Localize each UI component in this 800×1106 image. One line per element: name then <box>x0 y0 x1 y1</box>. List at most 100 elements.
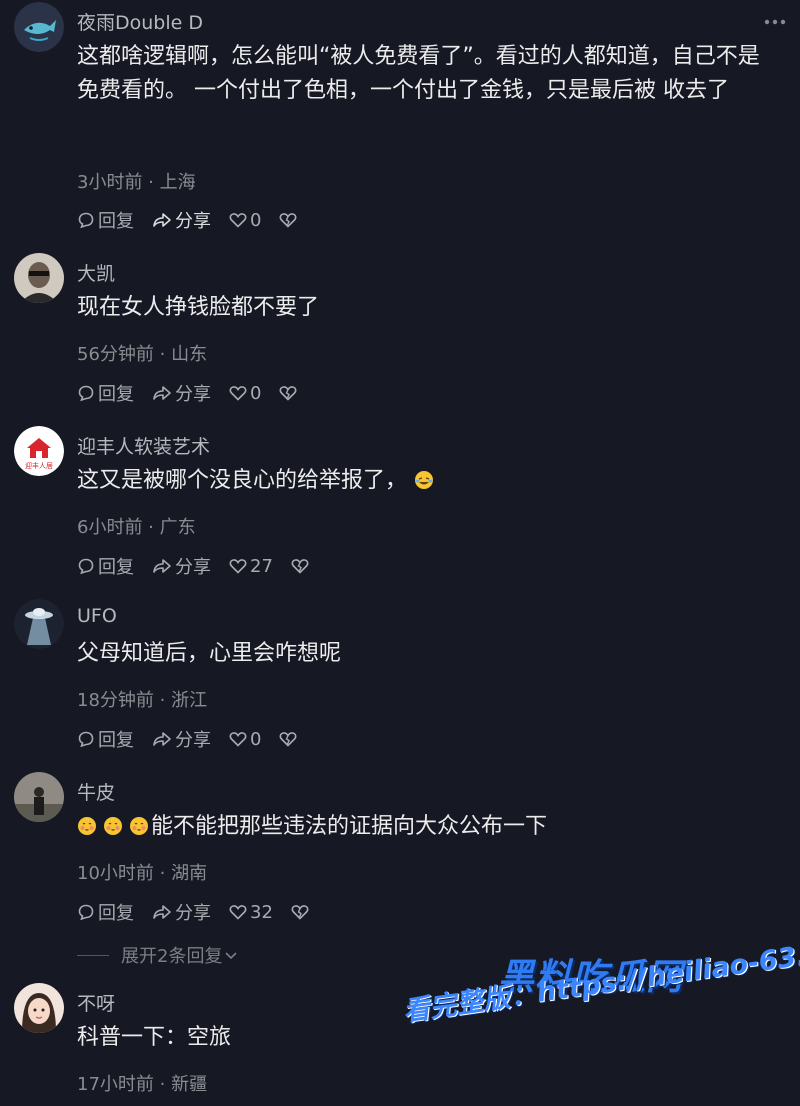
comment-actions: 回复 分享 0 <box>77 207 318 233</box>
heart-icon <box>229 386 247 401</box>
dislike-button[interactable] <box>279 731 300 747</box>
dislike-button[interactable] <box>291 558 312 574</box>
like-count: 27 <box>250 555 273 577</box>
share-button[interactable]: 分享 <box>152 553 211 579</box>
share-button[interactable]: 分享 <box>152 380 211 406</box>
share-label: 分享 <box>175 384 211 405</box>
like-button[interactable]: 0 <box>229 729 261 750</box>
share-button[interactable]: 分享 <box>152 207 211 233</box>
share-button[interactable]: 分享 <box>152 726 211 752</box>
blushing-emoji-icon <box>130 817 148 835</box>
comment-item: 夜雨Double D 这都啥逻辑啊，怎么能叫“被人免费看了”。看过的人都知道，自… <box>0 2 800 242</box>
comment-actions: 回复 分享 27 <box>77 553 330 579</box>
heart-icon <box>229 213 247 228</box>
avatar-logo-text: 迎丰人居 <box>25 461 53 470</box>
comment-meta: 6小时前 · 广东 <box>77 517 196 538</box>
username[interactable]: 大凯 <box>77 259 115 286</box>
broken-heart-icon <box>291 559 309 574</box>
avatar[interactable] <box>14 983 64 1033</box>
share-label: 分享 <box>175 903 211 924</box>
comment-meta: 3小时前 · 上海 <box>77 172 196 193</box>
comment-text: 父母知道后，心里会咋想呢 <box>77 641 342 666</box>
like-button[interactable]: 0 <box>229 210 261 231</box>
like-count: 32 <box>250 901 273 923</box>
like-count: 0 <box>250 209 262 231</box>
reply-button[interactable]: 回复 <box>77 726 134 752</box>
comment-item: UFO 父母知道后，心里会咋想呢 18分钟前 · 浙江 回复 分享 0 <box>0 599 800 759</box>
reply-label: 回复 <box>98 384 134 405</box>
reply-icon <box>78 731 94 748</box>
person-avatar-icon <box>14 772 64 822</box>
divider <box>77 954 109 956</box>
broken-heart-icon <box>291 905 309 920</box>
dislike-button[interactable] <box>279 212 300 228</box>
comment-actions: 回复 分享 0 <box>77 380 318 406</box>
broken-heart-icon <box>279 213 297 228</box>
person-avatar-icon <box>14 253 64 303</box>
avatar[interactable] <box>14 772 64 822</box>
comment-text: 这都啥逻辑啊，怎么能叫“被人免费看了”。看过的人都知道，自己不是免费看的。 一个… <box>77 44 760 103</box>
like-count: 0 <box>250 382 262 404</box>
share-label: 分享 <box>175 557 211 578</box>
comment-meta: 18分钟前 · 浙江 <box>77 690 208 711</box>
avatar[interactable] <box>14 2 64 52</box>
comment-meta: 56分钟前 · 山东 <box>77 344 208 365</box>
heart-icon <box>229 732 247 747</box>
comment-item: 迎丰人居 迎丰人软装艺术 这又是被哪个没良心的给举报了， 6小时前 · 广东 回… <box>0 426 800 586</box>
share-icon <box>153 732 171 746</box>
heart-icon <box>229 559 247 574</box>
comment-actions: 回复 分享 0 <box>77 726 318 752</box>
comment-meta: 10小时前 · 湖南 <box>77 863 208 884</box>
avatar[interactable] <box>14 599 64 649</box>
reply-button[interactable]: 回复 <box>77 207 134 233</box>
blushing-emoji-icon <box>78 817 96 835</box>
share-button[interactable]: 分享 <box>152 899 211 925</box>
broken-heart-icon <box>279 386 297 401</box>
share-icon <box>153 213 171 227</box>
share-label: 分享 <box>175 211 211 232</box>
like-count: 0 <box>250 728 262 750</box>
comment-text: 能不能把那些违法的证据向大众公布一下 <box>151 814 548 839</box>
share-icon <box>153 386 171 400</box>
comment-actions: 回复 分享 32 <box>77 899 330 925</box>
comment-item: 牛皮 能不能把那些违法的证据向大众公布一下 10小时前 · 湖南 回复 分享 3… <box>0 772 800 932</box>
reply-label: 回复 <box>98 211 134 232</box>
username[interactable]: 迎丰人软装艺术 <box>77 432 210 459</box>
share-label: 分享 <box>175 730 211 751</box>
ufo-avatar-icon <box>14 599 64 649</box>
reply-icon <box>78 212 94 229</box>
fish-avatar-icon <box>14 2 64 52</box>
share-icon <box>153 905 171 919</box>
person-avatar-icon <box>14 983 64 1033</box>
comment-text: 现在女人挣钱脸都不要了 <box>77 295 320 320</box>
username[interactable]: 夜雨Double D <box>77 8 203 35</box>
username[interactable]: UFO <box>77 605 117 627</box>
like-button[interactable]: 27 <box>229 556 273 577</box>
avatar[interactable]: 迎丰人居 <box>14 426 64 476</box>
comment-item: 大凯 现在女人挣钱脸都不要了 56分钟前 · 山东 回复 分享 0 <box>0 253 800 413</box>
username[interactable]: 不呀 <box>77 989 115 1016</box>
reply-label: 回复 <box>98 903 134 924</box>
chevron-down-icon <box>225 952 238 960</box>
broken-heart-icon <box>279 732 297 747</box>
like-button[interactable]: 32 <box>229 902 273 923</box>
avatar[interactable] <box>14 253 64 303</box>
like-button[interactable]: 0 <box>229 383 261 404</box>
reply-button[interactable]: 回复 <box>77 380 134 406</box>
more-options-icon[interactable] <box>764 10 786 29</box>
comment-text-row: 能不能把那些违法的证据向大众公布一下 <box>77 810 777 844</box>
laughing-crying-emoji-icon <box>415 471 434 489</box>
username[interactable]: 牛皮 <box>77 778 115 805</box>
heart-icon <box>229 905 247 920</box>
reply-icon <box>78 385 94 402</box>
reply-button[interactable]: 回复 <box>77 899 134 925</box>
dislike-button[interactable] <box>291 904 312 920</box>
reply-button[interactable]: 回复 <box>77 553 134 579</box>
dislike-button[interactable] <box>279 385 300 401</box>
expand-replies-button[interactable]: 展开2条回复 <box>77 942 238 968</box>
comment-text-row: 这又是被哪个没良心的给举报了， <box>77 464 777 498</box>
watermark: 黑料吃瓜网 看完整版：https://heiliao-63.com <box>400 932 800 1088</box>
reply-icon <box>78 558 94 575</box>
brand-logo-avatar-icon: 迎丰人居 <box>14 426 64 476</box>
reply-label: 回复 <box>98 557 134 578</box>
